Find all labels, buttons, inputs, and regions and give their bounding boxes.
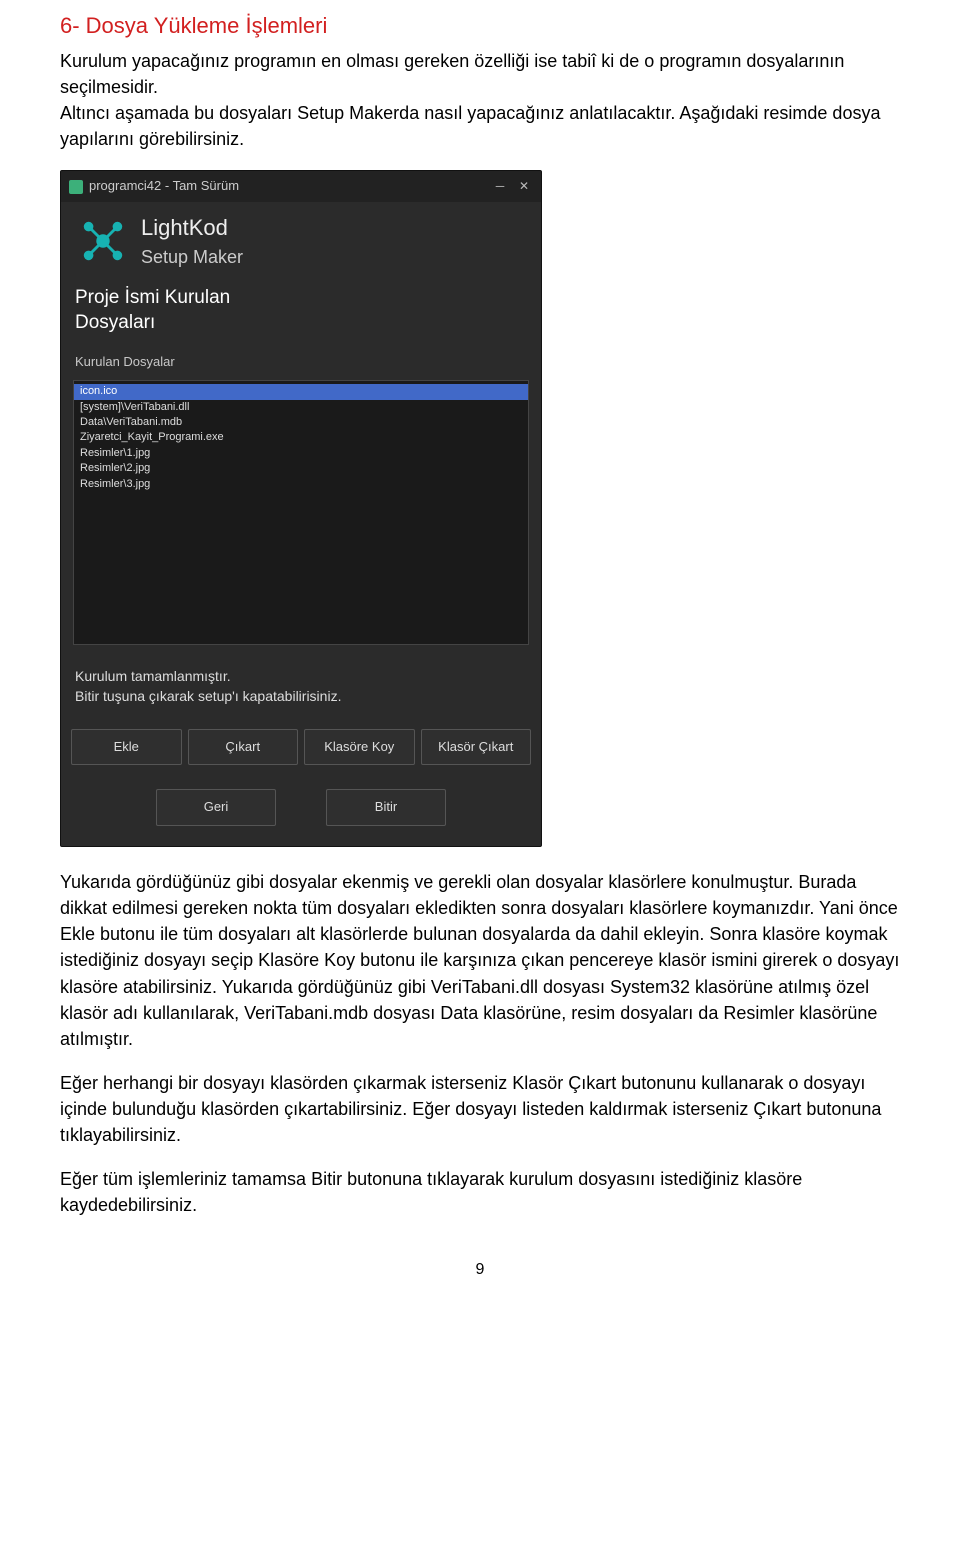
list-item[interactable]: Ziyaretci_Kayit_Programi.exe [74,430,528,445]
explanation-paragraph-3: Eğer tüm işlemleriniz tamamsa Bitir buto… [60,1166,900,1218]
app-icon [69,180,83,194]
ekle-button[interactable]: Ekle [71,729,182,766]
list-item[interactable]: Resimler\1.jpg [74,446,528,461]
list-item[interactable]: Resimler\2.jpg [74,461,528,476]
brand-row: LightKod Setup Maker [61,202,541,278]
status-line1: Kurulum tamamlanmıştır. [75,667,527,687]
intro-text-2: Altıncı aşamada bu dosyaları Setup Maker… [60,103,880,149]
bitir-button[interactable]: Bitir [326,789,446,826]
intro-paragraph: Kurulum yapacağınız programın en olması … [60,48,900,152]
setup-maker-window: programci42 - Tam Sürüm ─ ✕ LightKod Set… [60,170,542,847]
status-line2: Bitir tuşuna çıkarak setup'ı kapatabilir… [75,687,527,707]
minimize-icon[interactable]: ─ [491,180,509,194]
intro-text-1: Kurulum yapacağınız programın en olması … [60,51,844,97]
file-list[interactable]: icon.ico [system]\VeriTabani.dll Data\Ve… [73,380,529,645]
window-title: programci42 - Tam Sürüm [89,177,239,196]
section-heading: 6- Dosya Yükleme İşlemleri [60,10,900,42]
close-icon[interactable]: ✕ [515,180,533,194]
brand-text: LightKod Setup Maker [141,212,243,270]
project-title-line1: Proje İsmi Kurulan [75,286,527,311]
list-item[interactable]: [system]\VeriTabani.dll [74,400,528,415]
list-item[interactable]: Resimler\3.jpg [74,477,528,492]
file-list-label: Kurulan Dosyalar [61,345,541,376]
project-title: Proje İsmi Kurulan Dosyaları [61,278,541,345]
cikart-button[interactable]: Çıkart [188,729,299,766]
button-row-2: Geri Bitir [61,775,541,846]
list-item[interactable]: icon.ico [74,384,528,399]
lightkod-logo-icon [79,217,127,265]
button-row-1: Ekle Çıkart Klasöre Koy Klasör Çıkart [61,725,541,776]
klasore-koy-button[interactable]: Klasöre Koy [304,729,415,766]
brand-subtitle: Setup Maker [141,244,243,270]
status-text: Kurulum tamamlanmıştır. Bitir tuşuna çık… [61,649,541,724]
list-item[interactable]: Data\VeriTabani.mdb [74,415,528,430]
klasor-cikart-button[interactable]: Klasör Çıkart [421,729,532,766]
brand-name: LightKod [141,212,243,244]
explanation-paragraph-2: Eğer herhangi bir dosyayı klasörden çıka… [60,1070,900,1148]
geri-button[interactable]: Geri [156,789,276,826]
project-title-line2: Dosyaları [75,311,527,336]
window-titlebar: programci42 - Tam Sürüm ─ ✕ [61,171,541,202]
explanation-paragraph-1: Yukarıda gördüğünüz gibi dosyalar ekenmi… [60,869,900,1052]
page-number: 9 [60,1258,900,1281]
